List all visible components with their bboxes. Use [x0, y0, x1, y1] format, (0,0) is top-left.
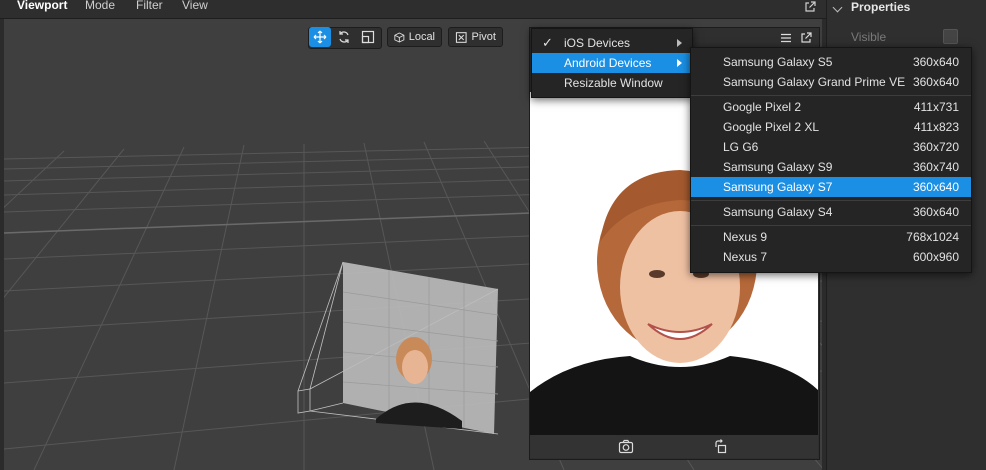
- properties-title: Properties: [851, 0, 911, 14]
- device-resolution: 360x720: [912, 140, 959, 154]
- collapse-chevron-icon[interactable]: [832, 2, 843, 13]
- checkmark-icon: ✓: [542, 35, 553, 50]
- tab-viewport[interactable]: Viewport: [17, 0, 67, 12]
- device-resolution: 411x731: [913, 100, 959, 114]
- device-item-samsung-galaxy-s5[interactable]: Samsung Galaxy S5 360x640: [691, 52, 971, 72]
- preview-popout-icon[interactable]: [800, 32, 812, 44]
- device-name: LG G6: [723, 140, 759, 154]
- device-name: Samsung Galaxy S5: [723, 55, 833, 69]
- popout-icon[interactable]: [804, 1, 816, 13]
- local-space-button[interactable]: Local: [387, 27, 442, 47]
- visible-label: Visible: [851, 30, 887, 44]
- device-resolution: 360x640: [912, 180, 959, 194]
- device-item-samsung-galaxy-s9[interactable]: Samsung Galaxy S9 360x740: [691, 157, 971, 177]
- rotate-tool-button[interactable]: [333, 27, 355, 47]
- device-item-lg-g6[interactable]: LG G6 360x720: [691, 137, 971, 157]
- device-resolution: 360x640: [912, 75, 959, 89]
- rotate-device-icon[interactable]: [714, 439, 728, 454]
- device-name: Samsung Galaxy S4: [723, 205, 833, 219]
- device-name: Samsung Galaxy S7: [723, 180, 833, 194]
- device-name: Nexus 7: [723, 250, 768, 264]
- device-resolution: 360x640: [912, 205, 959, 219]
- scale-icon: [361, 30, 375, 44]
- device-resolution: 360x640: [912, 55, 959, 69]
- device-menu: ✓ iOS Devices Android Devices Resizable …: [531, 28, 693, 98]
- device-item-samsung-galaxy-grand-prime-ve[interactable]: Samsung Galaxy Grand Prime VE 360x640: [691, 72, 971, 92]
- device-resolution: 768x1024: [906, 230, 959, 244]
- hamburger-menu-icon[interactable]: [780, 33, 792, 43]
- menu-separator: [691, 95, 971, 96]
- menu-item-resizable-window[interactable]: Resizable Window: [532, 73, 692, 93]
- menu-separator: [691, 225, 971, 226]
- menu-item-label: Android Devices: [564, 56, 652, 70]
- device-name: Samsung Galaxy S9: [723, 160, 833, 174]
- submenu-arrow-icon: [677, 59, 682, 67]
- menu-separator: [691, 200, 971, 201]
- submenu-arrow-icon: [677, 39, 682, 47]
- menu-item-ios-devices[interactable]: ✓ iOS Devices: [532, 33, 692, 53]
- device-item-samsung-galaxy-s7[interactable]: Samsung Galaxy S7 360x640: [691, 177, 971, 197]
- menu-item-android-devices[interactable]: Android Devices: [532, 53, 692, 73]
- device-resolution: 411x823: [913, 120, 959, 134]
- tab-view[interactable]: View: [182, 0, 208, 12]
- device-item-nexus-9[interactable]: Nexus 9 768x1024: [691, 227, 971, 247]
- device-name: Nexus 9: [723, 230, 768, 244]
- device-name: Google Pixel 2: [723, 100, 802, 114]
- tab-mode[interactable]: Mode: [85, 0, 115, 12]
- device-item-google-pixel-2-xl[interactable]: Google Pixel 2 XL 411x823: [691, 117, 971, 137]
- pivot-button[interactable]: Pivot: [448, 27, 503, 47]
- screenshot-camera-icon[interactable]: [618, 439, 634, 454]
- scale-tool-button[interactable]: [357, 27, 379, 47]
- pivot-icon: [455, 31, 467, 43]
- preview-footer: [530, 435, 818, 458]
- menu-item-label: Resizable Window: [564, 76, 663, 90]
- device-item-nexus-7[interactable]: Nexus 7 600x960: [691, 247, 971, 267]
- plane-person-face: [402, 350, 428, 384]
- device-resolution: 360x740: [912, 160, 959, 174]
- pivot-label: Pivot: [471, 31, 496, 43]
- device-name: Samsung Galaxy Grand Prime VE: [723, 75, 906, 89]
- menu-item-label: iOS Devices: [564, 36, 631, 50]
- device-resolution: 600x960: [912, 250, 959, 264]
- move-icon: [313, 30, 327, 44]
- viewport-tab-bar: Viewport Mode Filter View: [0, 0, 826, 19]
- move-tool-button[interactable]: [309, 27, 331, 47]
- tab-filter[interactable]: Filter: [136, 0, 163, 12]
- device-item-google-pixel-2[interactable]: Google Pixel 2 411x731: [691, 97, 971, 117]
- visible-checkbox[interactable]: [943, 29, 958, 44]
- device-item-samsung-galaxy-s4[interactable]: Samsung Galaxy S4 360x640: [691, 202, 971, 222]
- rotate-icon: [339, 31, 349, 43]
- device-name: Google Pixel 2 XL: [723, 120, 820, 134]
- android-devices-submenu: Samsung Galaxy S5 360x640 Samsung Galaxy…: [690, 47, 972, 273]
- local-label: Local: [408, 31, 435, 43]
- cube-icon: [394, 31, 405, 43]
